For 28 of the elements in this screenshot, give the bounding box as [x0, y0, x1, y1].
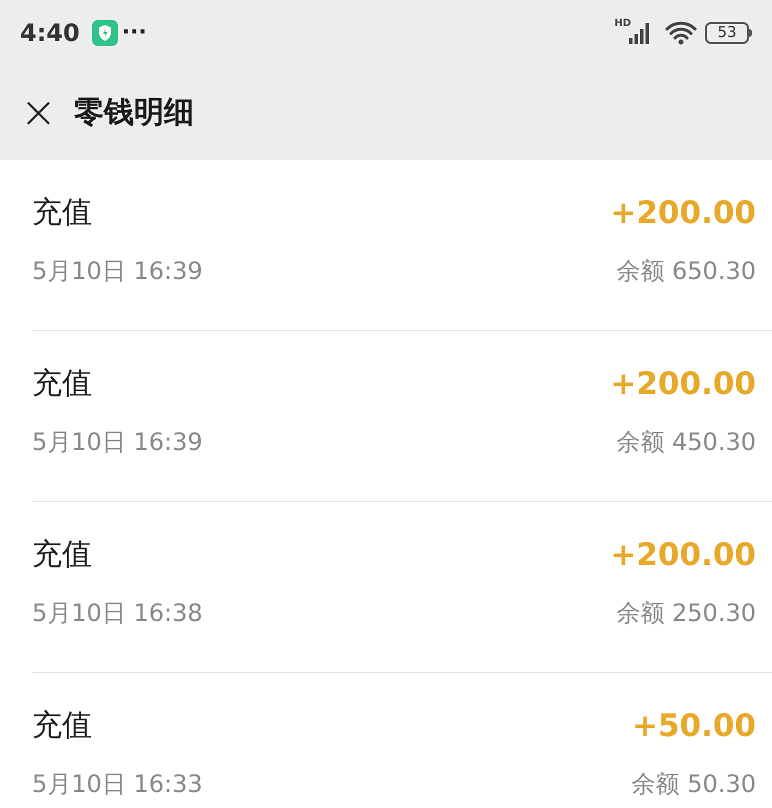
wifi-icon [665, 20, 697, 44]
transaction-type: 充值 [32, 538, 92, 572]
transaction-time: 5月10日 16:33 [32, 769, 203, 799]
transaction-type: 充值 [32, 196, 92, 230]
close-button[interactable]: × [20, 90, 50, 134]
transaction-amount: +50.00 [632, 709, 756, 743]
transaction-amount: +200.00 [610, 196, 756, 230]
balance-text: 余额 650.30 [616, 256, 756, 286]
transaction-row[interactable]: 充值 +200.00 5月10日 16:38 余额 250.30 [32, 502, 772, 673]
transaction-amount: +200.00 [610, 538, 756, 572]
status-time: 4:40 [20, 18, 80, 48]
balance-text: 余额 250.30 [616, 598, 756, 628]
transaction-row[interactable]: 充值 +200.00 5月10日 16:39 余额 450.30 [32, 331, 772, 502]
page-title: 零钱明细 [74, 94, 194, 132]
transaction-time: 5月10日 16:39 [32, 427, 203, 457]
shield-icon [92, 20, 118, 46]
transaction-amount: +200.00 [610, 367, 756, 401]
balance-text: 余额 50.30 [632, 769, 756, 799]
transaction-row[interactable]: 充值 +200.00 5月10日 16:39 余额 650.30 [32, 160, 772, 331]
battery-indicator: 53 [705, 22, 752, 44]
network-label: HD [614, 17, 631, 31]
balance-text: 余额 450.30 [616, 427, 756, 457]
transaction-time: 5月10日 16:38 [32, 598, 203, 628]
transaction-type: 充值 [32, 367, 92, 401]
transaction-time: 5月10日 16:39 [32, 256, 203, 286]
more-notifications: ··· [122, 19, 147, 47]
transaction-row[interactable]: 充值 +50.00 5月10日 16:33 余额 50.30 [32, 673, 772, 808]
transaction-type: 充值 [32, 709, 92, 743]
